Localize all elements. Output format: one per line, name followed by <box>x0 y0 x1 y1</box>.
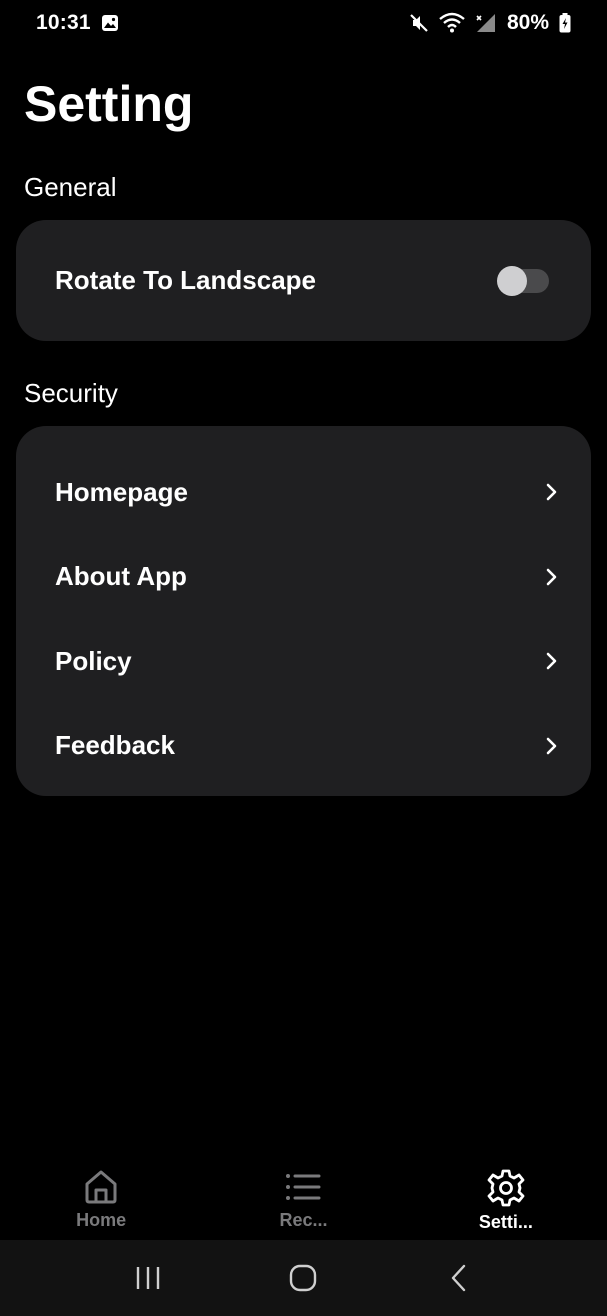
section-label-general: General <box>24 172 117 202</box>
policy-label: Policy <box>55 645 132 676</box>
recent-apps-icon <box>134 1265 162 1291</box>
home-circle-icon <box>289 1264 317 1292</box>
about-app-row[interactable]: About App <box>16 535 591 620</box>
status-right: 80% <box>409 11 571 35</box>
about-app-label: About App <box>55 561 187 592</box>
section-label-security: Security <box>24 378 118 408</box>
nav-label-home: Home <box>76 1210 127 1230</box>
back-chevron-icon <box>449 1264 469 1292</box>
chevron-right-icon <box>545 567 559 587</box>
bottom-nav: Home Rec... Setti... <box>0 1152 607 1240</box>
mute-icon <box>409 13 429 33</box>
rotate-to-landscape-label: Rotate To Landscape <box>55 265 317 295</box>
nav-item-settings[interactable]: Setti... <box>405 1152 607 1240</box>
rotate-to-landscape-row[interactable]: Rotate To Landscape <box>16 220 591 341</box>
chevron-right-icon <box>545 736 559 756</box>
home-icon <box>82 1168 120 1206</box>
status-time: 10:31 <box>36 11 91 34</box>
nav-label-records: Rec... <box>279 1210 328 1230</box>
home-system-button[interactable] <box>273 1248 333 1308</box>
chevron-right-icon <box>545 482 559 502</box>
nav-label-settings: Setti... <box>478 1212 533 1232</box>
page-title: Setting <box>24 76 194 132</box>
status-left: 10:31 <box>36 11 119 35</box>
system-nav-bar <box>0 1240 607 1316</box>
battery-percentage: 80% <box>506 11 549 34</box>
general-card: Rotate To Landscape <box>16 220 591 341</box>
rotate-to-landscape-toggle[interactable] <box>497 265 549 296</box>
gallery-notification-icon <box>101 14 119 32</box>
security-card: Homepage About App Policy Feedback <box>16 426 591 796</box>
gear-icon <box>486 1168 526 1208</box>
nav-item-home[interactable]: Home <box>0 1152 202 1240</box>
status-bar: 10:31 80% <box>0 0 607 46</box>
nav-item-records[interactable]: Rec... <box>202 1152 404 1240</box>
feedback-label: Feedback <box>55 730 175 761</box>
list-icon <box>284 1168 322 1206</box>
homepage-label: Homepage <box>55 476 188 507</box>
back-button[interactable] <box>429 1248 489 1308</box>
chevron-right-icon <box>545 651 559 671</box>
recent-apps-button[interactable] <box>118 1248 178 1308</box>
signal-icon <box>475 12 497 34</box>
feedback-row[interactable]: Feedback <box>16 704 591 789</box>
toggle-knob <box>497 265 527 296</box>
homepage-row[interactable]: Homepage <box>16 450 591 535</box>
settings-screen: 10:31 80% Setting General Rotate To Land… <box>0 0 607 1316</box>
battery-icon <box>559 13 571 33</box>
wifi-icon <box>439 12 465 34</box>
policy-row[interactable]: Policy <box>16 619 591 704</box>
